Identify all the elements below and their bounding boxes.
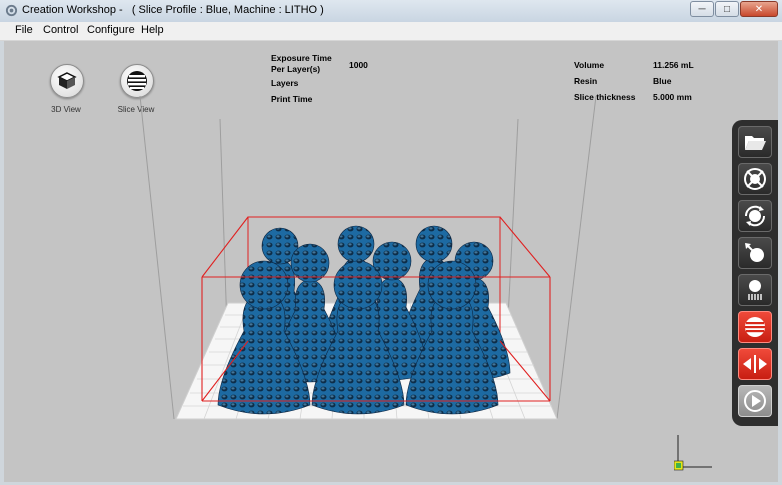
move-button[interactable] bbox=[738, 237, 772, 269]
window-title: Creation Workshop - ( Slice Profile : Bl… bbox=[22, 4, 324, 16]
rotate-icon bbox=[744, 205, 766, 227]
scene-canvas bbox=[139, 95, 597, 420]
scale-button[interactable] bbox=[738, 163, 772, 195]
tool-panel bbox=[732, 120, 778, 426]
folder-open-icon bbox=[745, 136, 766, 150]
slice-icon bbox=[745, 317, 765, 337]
title-bar: Creation Workshop - ( Slice Profile : Bl… bbox=[0, 0, 782, 23]
support-icon bbox=[748, 280, 762, 300]
menu-bar: File Control Configure Help bbox=[0, 22, 782, 41]
mirror-icon bbox=[743, 355, 767, 373]
menu-configure[interactable]: Configure bbox=[87, 24, 135, 36]
support-button[interactable] bbox=[738, 274, 772, 306]
slice-button[interactable] bbox=[738, 311, 772, 343]
move-icon bbox=[745, 243, 764, 262]
print-button[interactable] bbox=[738, 385, 772, 417]
mirror-button[interactable] bbox=[738, 348, 772, 380]
maximize-button[interactable]: □ bbox=[715, 1, 739, 17]
open-file-button[interactable] bbox=[738, 126, 772, 158]
lattice-models bbox=[217, 225, 511, 415]
menu-control[interactable]: Control bbox=[43, 24, 78, 36]
menu-file[interactable]: File bbox=[15, 24, 33, 36]
play-icon bbox=[744, 390, 766, 412]
3d-viewport[interactable]: 3D View Slice View Exposure Time Per Lay… bbox=[4, 41, 778, 482]
rotate-button[interactable] bbox=[738, 200, 772, 232]
app-icon bbox=[5, 4, 18, 17]
minimize-button[interactable]: ─ bbox=[690, 1, 714, 17]
axis-gizmo-icon bbox=[674, 435, 712, 471]
close-button[interactable]: ✕ bbox=[740, 1, 778, 17]
menu-help[interactable]: Help bbox=[141, 24, 164, 36]
scale-icon bbox=[744, 168, 766, 190]
